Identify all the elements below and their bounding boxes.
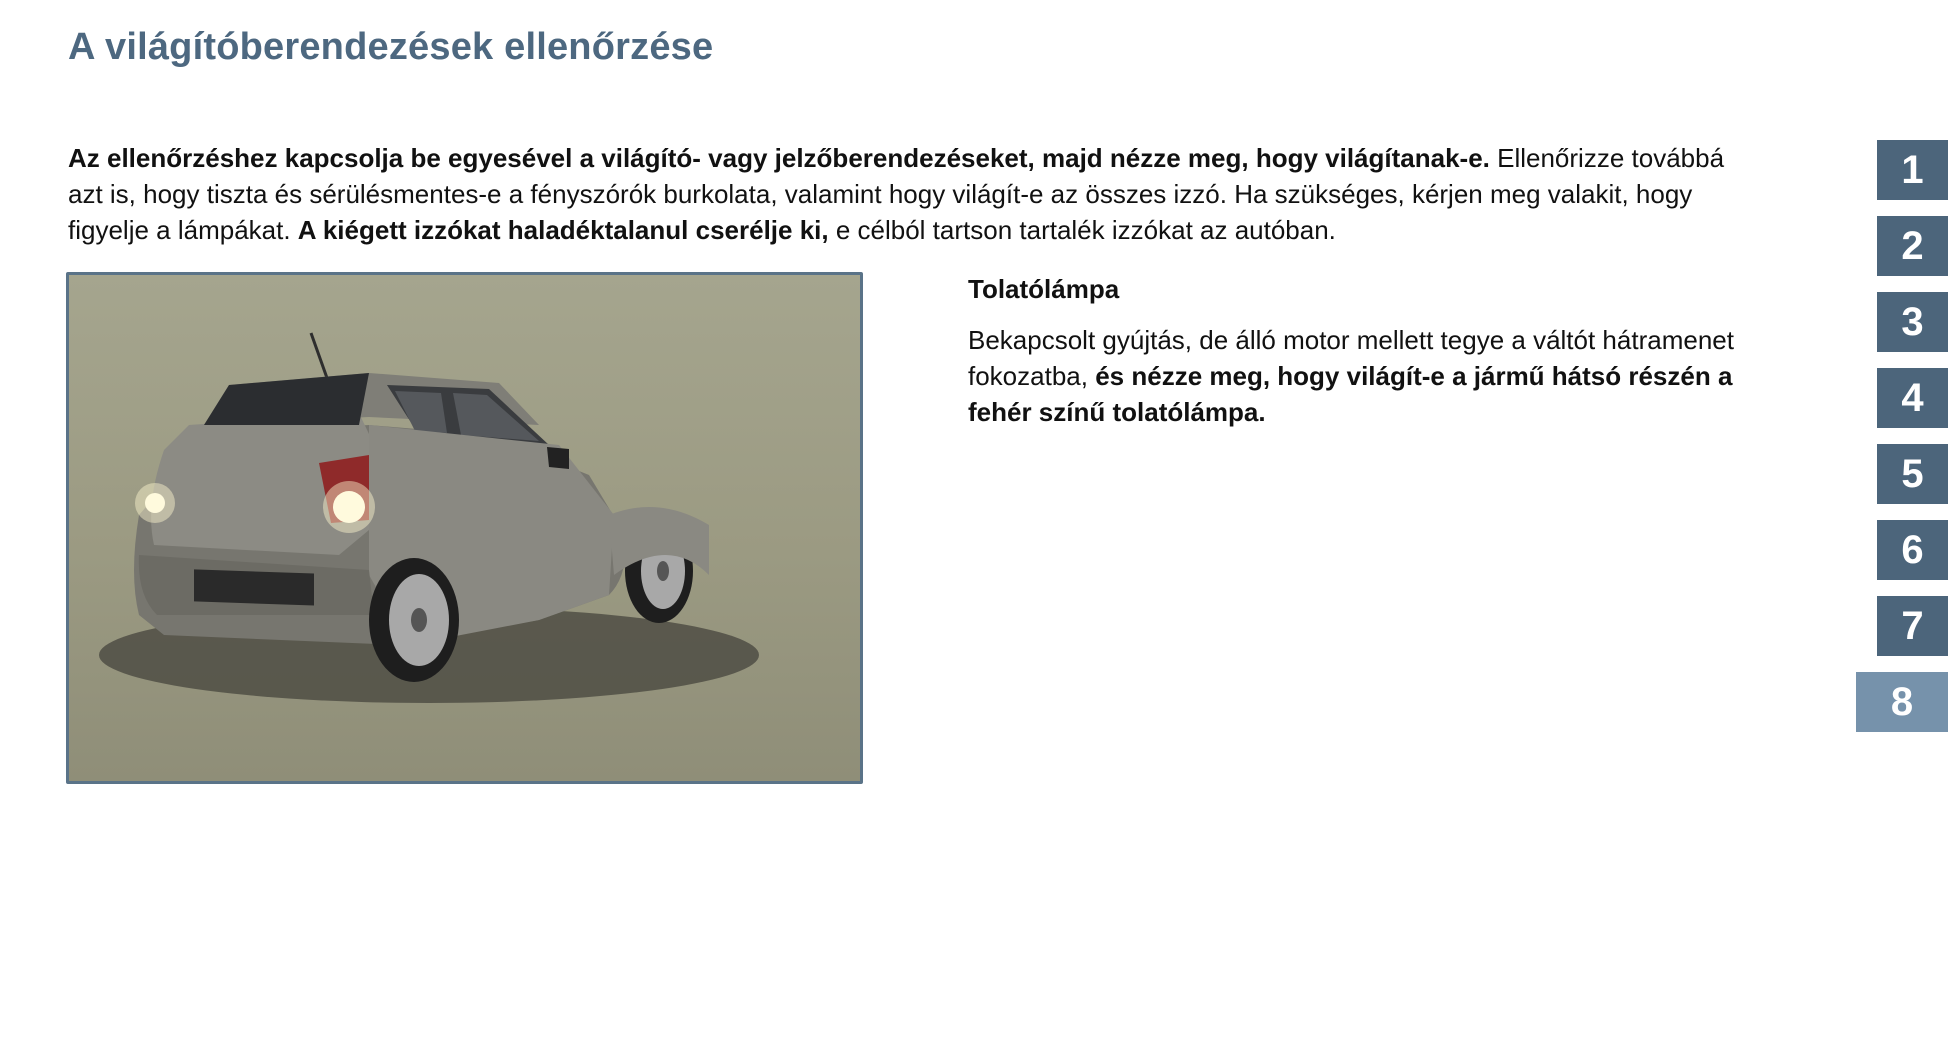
chapter-button-3[interactable]: 3 [1877,292,1948,352]
car-illustration [99,332,759,703]
chapter-button-8[interactable]: 8 [1856,672,1948,732]
chapter-button-6[interactable]: 6 [1877,520,1948,580]
page-title: A világítóberendezések ellenőrzése [68,26,714,68]
intro-bold-1: Az ellenőrzéshez kapcsolja be egyesével … [68,143,1490,173]
chapter-button-5[interactable]: 5 [1877,444,1948,504]
intro-bold-2: A kiégett izzókat haladéktalanul cserélj… [297,215,829,245]
chapter-button-2[interactable]: 2 [1877,216,1948,276]
car-rear-image [66,272,863,784]
section-text: Bekapcsolt gyújtás, de álló motor mellet… [968,322,1788,430]
chapter-button-1[interactable]: 1 [1877,140,1948,200]
intro-text-2: e célból tartson tartalék izzókat az aut… [828,215,1336,245]
section-title: Tolatólámpa [968,274,1120,304]
chapter-button-7[interactable]: 7 [1877,596,1948,656]
intro-paragraph: Az ellenőrzéshez kapcsolja be egyesével … [68,140,1728,248]
chapter-button-4[interactable]: 4 [1877,368,1948,428]
